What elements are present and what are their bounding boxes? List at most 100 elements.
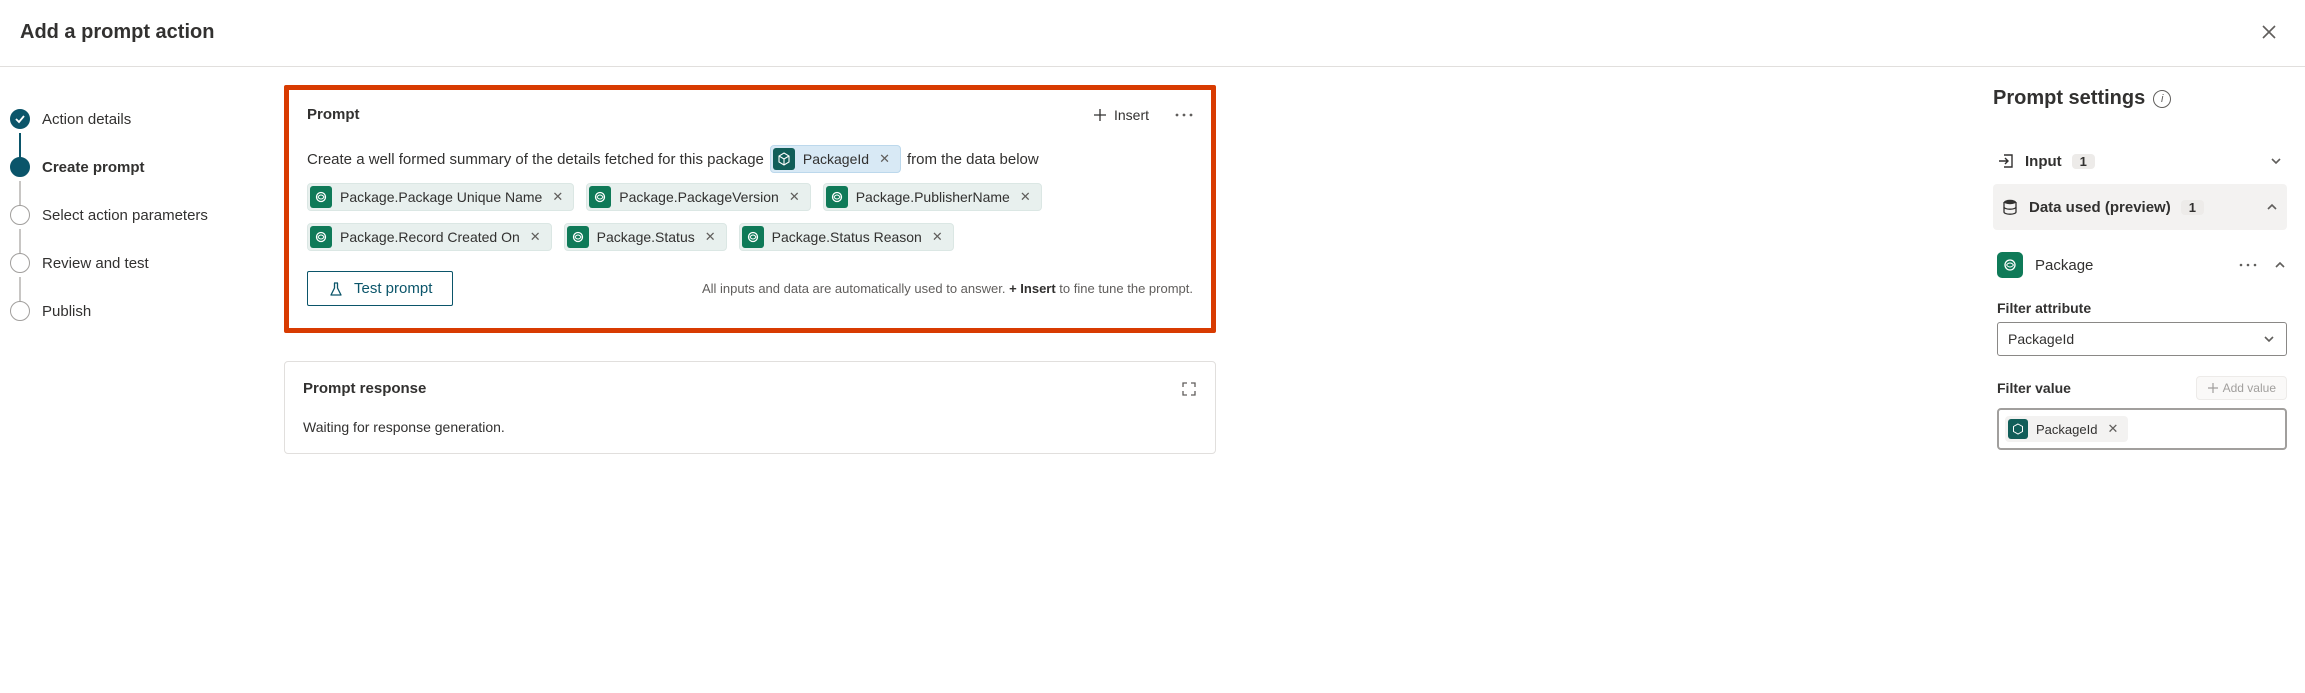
more-button[interactable] <box>1175 112 1193 118</box>
chip-remove[interactable]: ✕ <box>787 189 802 205</box>
chip-remove[interactable]: ✕ <box>528 229 543 245</box>
close-button[interactable] <box>2253 16 2285 48</box>
filter-attribute-select[interactable]: PackageId <box>1997 322 2287 356</box>
package-icon <box>1997 252 2023 278</box>
filter-attribute-label: Filter attribute <box>1997 300 2287 316</box>
prompt-settings-panel: Prompt settings i Input 1 Data used (pre… <box>1975 67 2305 693</box>
data-icon <box>742 226 764 248</box>
data-icon <box>567 226 589 248</box>
chevron-up-icon[interactable] <box>2273 258 2287 272</box>
response-title: Prompt response <box>303 380 426 397</box>
data-used-label: Data used (preview) <box>2029 199 2171 216</box>
prompt-text-before: Create a well formed summary of the deta… <box>307 151 764 168</box>
step-label: Action details <box>42 111 131 128</box>
prompt-hint: All inputs and data are automatically us… <box>702 281 1193 296</box>
input-count: 1 <box>2072 154 2095 169</box>
add-value-button[interactable]: Add value <box>2196 376 2287 400</box>
info-icon[interactable]: i <box>2153 90 2171 108</box>
chip-record-created-on[interactable]: Package.Record Created On ✕ <box>307 223 552 251</box>
filter-value-label: Filter value <box>1997 380 2071 396</box>
step-publish[interactable]: Publish <box>10 287 260 335</box>
step-label: Review and test <box>42 255 149 272</box>
step-circle-current <box>10 157 30 177</box>
chip-publisher-name[interactable]: Package.PublisherName ✕ <box>823 183 1042 211</box>
chip-label: Package.Status <box>597 229 695 245</box>
database-icon <box>2001 198 2019 216</box>
response-card: Prompt response Waiting for response gen… <box>284 361 1216 454</box>
input-label: Input <box>2025 153 2062 170</box>
filter-value-chip-label: PackageId <box>2036 422 2097 437</box>
chevron-down-icon <box>2262 332 2276 346</box>
input-icon <box>1997 152 2015 170</box>
step-circle <box>10 205 30 225</box>
chip-label: Package.Record Created On <box>340 229 520 245</box>
chip-status[interactable]: Package.Status ✕ <box>564 223 727 251</box>
step-review-and-test[interactable]: Review and test <box>10 239 260 287</box>
chip-row: Package.Package Unique Name ✕ Package.Pa… <box>307 183 1193 251</box>
center-column: Prompt Insert Create a well formed summa… <box>260 67 1240 693</box>
beaker-icon <box>328 281 344 297</box>
test-prompt-label: Test prompt <box>354 280 432 297</box>
chip-label: Package.PackageVersion <box>619 189 779 205</box>
chip-remove[interactable]: ✕ <box>930 229 945 245</box>
chip-label: Package.Status Reason <box>772 229 922 245</box>
chip-package-unique-name[interactable]: Package.Package Unique Name ✕ <box>307 183 574 211</box>
step-create-prompt[interactable]: Create prompt <box>10 143 260 191</box>
filter-value-input[interactable]: PackageId ✕ <box>1997 408 2287 450</box>
settings-title: Prompt settings <box>1993 87 2145 110</box>
chip-label: Package.PublisherName <box>856 189 1010 205</box>
more-icon <box>1175 112 1193 118</box>
test-prompt-button[interactable]: Test prompt <box>307 271 453 306</box>
data-icon <box>310 226 332 248</box>
chip-label: PackageId <box>803 151 869 167</box>
data-used-content: Package Filter attribute PackageId Filte… <box>1993 248 2287 450</box>
chip-remove[interactable]: ✕ <box>703 229 718 245</box>
insert-label: Insert <box>1114 107 1149 123</box>
data-icon <box>589 186 611 208</box>
expand-icon <box>1181 381 1197 397</box>
chip-remove[interactable]: ✕ <box>550 189 565 205</box>
prompt-editor[interactable]: Create a well formed summary of the deta… <box>307 145 1193 173</box>
input-section[interactable]: Input 1 <box>1993 138 2287 184</box>
filter-attribute-value: PackageId <box>2008 331 2074 347</box>
chip-remove[interactable]: ✕ <box>877 151 892 167</box>
plus-icon <box>2207 382 2219 394</box>
step-nav: Action details Create prompt Select acti… <box>0 67 260 693</box>
prompt-card: Prompt Insert Create a well formed summa… <box>284 85 1216 333</box>
inline-chip-packageid[interactable]: PackageId ✕ <box>770 145 901 173</box>
filter-value-chip[interactable]: PackageId ✕ <box>2005 416 2128 442</box>
step-select-action-parameters[interactable]: Select action parameters <box>10 191 260 239</box>
prompt-text-after: from the data below <box>907 151 1039 168</box>
chevron-down-icon <box>2269 154 2283 168</box>
step-label: Select action parameters <box>42 207 208 224</box>
step-label: Create prompt <box>42 159 145 176</box>
data-icon <box>773 148 795 170</box>
chip-remove[interactable]: ✕ <box>2105 421 2120 437</box>
chip-package-version[interactable]: Package.PackageVersion ✕ <box>586 183 810 211</box>
package-label: Package <box>2035 257 2093 274</box>
step-circle <box>10 301 30 321</box>
add-value-label: Add value <box>2223 381 2276 395</box>
insert-button[interactable]: Insert <box>1092 107 1149 123</box>
chip-status-reason[interactable]: Package.Status Reason ✕ <box>739 223 954 251</box>
data-used-section[interactable]: Data used (preview) 1 <box>1993 184 2287 230</box>
data-icon <box>310 186 332 208</box>
step-circle <box>10 253 30 273</box>
step-circle-completed <box>10 109 30 129</box>
prompt-section-title: Prompt <box>307 106 360 123</box>
chevron-up-icon <box>2265 200 2279 214</box>
expand-button[interactable] <box>1181 381 1197 397</box>
response-body: Waiting for response generation. <box>303 419 1197 435</box>
step-label: Publish <box>42 303 91 320</box>
check-icon <box>15 114 25 124</box>
more-icon <box>2239 262 2257 268</box>
plus-icon <box>1092 107 1108 123</box>
data-icon <box>826 186 848 208</box>
step-action-details[interactable]: Action details <box>10 95 260 143</box>
data-used-count: 1 <box>2181 200 2204 215</box>
chip-remove[interactable]: ✕ <box>1018 189 1033 205</box>
package-more-button[interactable] <box>2239 262 2257 268</box>
chip-label: Package.Package Unique Name <box>340 189 542 205</box>
data-icon <box>2008 419 2028 439</box>
dialog-title: Add a prompt action <box>20 21 214 44</box>
